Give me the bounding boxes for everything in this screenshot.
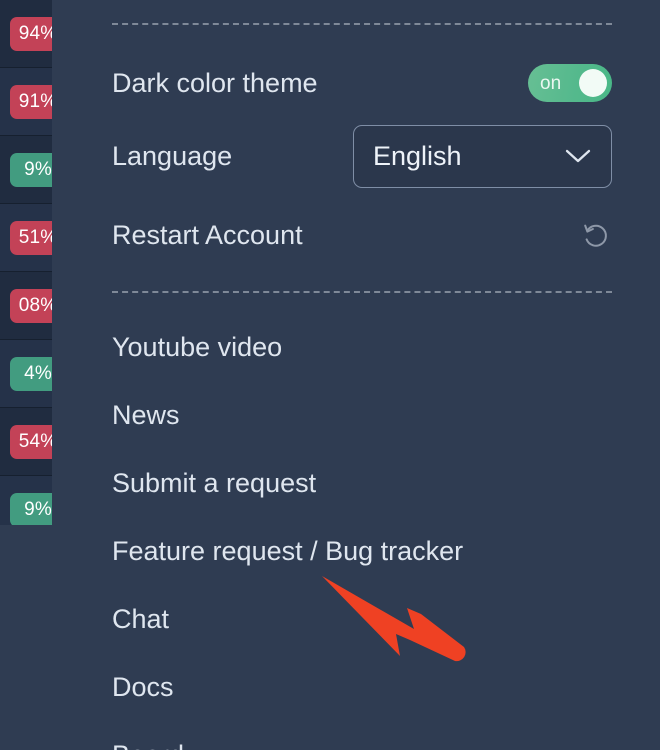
table-row[interactable]: 08% xyxy=(0,272,52,340)
results-table-strip: 94% 91% 9% 51% 08% 4% 54% 9% xyxy=(0,0,52,525)
percent-badge: 08% xyxy=(10,288,52,323)
chevron-down-icon xyxy=(565,148,591,164)
percent-badge: 4% xyxy=(10,356,52,391)
app-screen: 94% 91% 9% 51% 08% 4% 54% 9% Dark color … xyxy=(0,0,660,750)
setting-row-language: Language English xyxy=(112,124,612,188)
percent-badge: 94% xyxy=(10,16,52,51)
menu-item-chat[interactable]: Chat xyxy=(112,606,169,633)
menu-item-youtube-video[interactable]: Youtube video xyxy=(112,334,282,361)
menu-item-docs[interactable]: Docs xyxy=(112,674,174,701)
language-select-value: English xyxy=(373,140,462,171)
menu-item-submit-a-request[interactable]: Submit a request xyxy=(112,470,316,497)
dark-theme-label: Dark color theme xyxy=(112,67,318,98)
divider-top xyxy=(112,23,612,25)
dark-theme-toggle[interactable]: on xyxy=(528,64,612,102)
restart-account-label: Restart Account xyxy=(112,219,303,250)
percent-badge: 51% xyxy=(10,220,52,255)
menu-item-board[interactable]: Board xyxy=(112,742,184,750)
toggle-state-label: on xyxy=(540,72,562,94)
settings-panel: Dark color theme on Language English Res… xyxy=(52,0,660,750)
table-row[interactable]: 94% xyxy=(0,0,52,68)
table-row[interactable]: 9% xyxy=(0,476,52,525)
toggle-knob xyxy=(579,69,607,97)
percent-badge: 9% xyxy=(10,152,52,187)
setting-row-dark-theme: Dark color theme on xyxy=(112,63,612,103)
percent-badge: 9% xyxy=(10,492,52,525)
restart-circular-arrow-icon[interactable] xyxy=(580,220,610,250)
setting-row-restart-account: Restart Account xyxy=(112,215,612,255)
table-row[interactable]: 54% xyxy=(0,408,52,476)
menu-item-feature-request-bug-tracker[interactable]: Feature request / Bug tracker xyxy=(112,538,463,565)
menu-item-news[interactable]: News xyxy=(112,402,180,429)
percent-badge: 54% xyxy=(10,424,52,459)
table-row[interactable]: 51% xyxy=(0,204,52,272)
table-row[interactable]: 9% xyxy=(0,136,52,204)
language-select[interactable]: English xyxy=(353,124,612,188)
divider-middle xyxy=(112,291,612,293)
table-row[interactable]: 4% xyxy=(0,340,52,408)
table-row[interactable]: 91% xyxy=(0,68,52,136)
language-label: Language xyxy=(112,140,233,171)
percent-badge: 91% xyxy=(10,84,52,119)
